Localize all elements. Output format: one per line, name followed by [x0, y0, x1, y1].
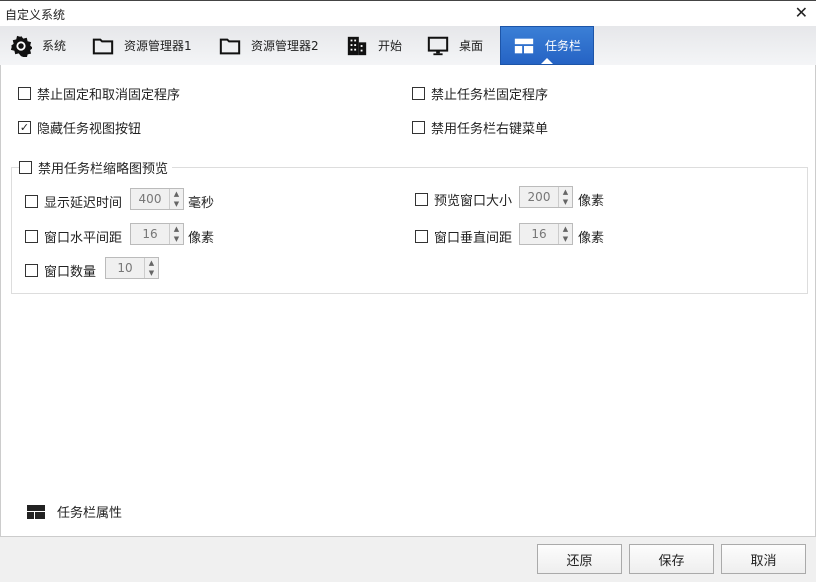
preview-size-spinner[interactable]: 200 ▲ ▼ — [519, 186, 573, 208]
tab-bar: 系统 资源管理器1 资源管理器2 开始 桌面 任务栏 — [0, 26, 816, 65]
preview-size-checkbox[interactable]: 预览窗口大小 — [415, 190, 512, 209]
vertical-spacing-spinner[interactable]: 16 ▲ ▼ — [519, 223, 573, 245]
cancel-button[interactable]: 取消 — [721, 544, 806, 574]
folder-icon — [92, 38, 114, 54]
tab-label: 任务栏 — [545, 39, 582, 53]
disable-thumbnail-preview-checkbox[interactable]: 禁用任务栏缩略图预览 — [19, 158, 173, 177]
window-title: 自定义系统 — [5, 8, 66, 22]
spin-down-icon[interactable]: ▼ — [170, 234, 183, 244]
tab-taskbar[interactable]: 任务栏 — [500, 26, 594, 65]
disable-pin-unpin-checkbox[interactable]: 禁止固定和取消固定程序 — [18, 84, 180, 103]
spin-up-icon[interactable]: ▲ — [170, 224, 183, 234]
spin-up-icon[interactable]: ▲ — [145, 258, 158, 268]
tab-label: 资源管理器2 — [251, 39, 319, 53]
unit-label: 像素 — [578, 231, 605, 246]
hide-task-view-checkbox[interactable]: ✓ 隐藏任务视图按钮 — [18, 118, 141, 137]
title-bar: 自定义系统 ✕ — [0, 0, 816, 26]
footer-bar: 还原 保存 取消 — [0, 537, 816, 582]
taskbar-icon — [27, 504, 45, 519]
spin-up-icon[interactable]: ▲ — [559, 187, 572, 197]
window-count-checkbox[interactable]: 窗口数量 — [25, 261, 96, 280]
spin-down-icon[interactable]: ▼ — [559, 197, 572, 207]
spin-down-icon[interactable]: ▼ — [170, 199, 183, 209]
folder-icon — [219, 38, 241, 54]
tab-label: 资源管理器1 — [124, 39, 192, 53]
tab-label: 桌面 — [459, 39, 484, 53]
spin-up-icon[interactable]: ▲ — [170, 189, 183, 199]
unit-label: 毫秒 — [188, 196, 215, 211]
taskbar-properties-link[interactable]: 任务栏属性 — [27, 502, 122, 521]
unit-label: 像素 — [578, 194, 605, 209]
vertical-spacing-checkbox[interactable]: 窗口垂直间距 — [415, 227, 512, 246]
tab-desktop[interactable]: 桌面 — [427, 26, 483, 65]
building-icon — [347, 36, 367, 55]
disable-taskbar-pin-checkbox[interactable]: 禁止任务栏固定程序 — [412, 84, 548, 103]
spin-down-icon[interactable]: ▼ — [145, 268, 158, 278]
restore-button[interactable]: 还原 — [537, 544, 622, 574]
gear-icon — [10, 35, 32, 57]
window-count-spinner[interactable]: 10 ▲ ▼ — [105, 257, 159, 279]
horizontal-spacing-spinner[interactable]: 16 ▲ ▼ — [130, 223, 184, 245]
disable-taskbar-context-menu-checkbox[interactable]: 禁用任务栏右键菜单 — [412, 118, 548, 137]
unit-label: 像素 — [188, 231, 215, 246]
tab-explorer-1[interactable]: 资源管理器1 — [92, 26, 192, 65]
taskbar-icon — [514, 38, 534, 53]
tab-start[interactable]: 开始 — [346, 26, 402, 65]
tab-system[interactable]: 系统 — [10, 26, 66, 65]
tab-label: 开始 — [378, 39, 403, 53]
save-button[interactable]: 保存 — [629, 544, 714, 574]
show-delay-checkbox[interactable]: 显示延迟时间 — [25, 192, 122, 211]
horizontal-spacing-checkbox[interactable]: 窗口水平间距 — [25, 227, 122, 246]
taskbar-panel: 禁止固定和取消固定程序 禁止任务栏固定程序 ✓ 隐藏任务视图按钮 禁用任务栏右键菜… — [0, 65, 816, 537]
tab-label: 系统 — [42, 39, 67, 53]
spin-up-icon[interactable]: ▲ — [559, 224, 572, 234]
close-button[interactable]: ✕ — [795, 3, 808, 22]
monitor-icon — [427, 36, 449, 55]
tab-explorer-2[interactable]: 资源管理器2 — [219, 26, 319, 65]
spin-down-icon[interactable]: ▼ — [559, 234, 572, 244]
show-delay-spinner[interactable]: 400 ▲ ▼ — [130, 188, 184, 210]
checkmark-icon: ✓ — [18, 121, 31, 134]
